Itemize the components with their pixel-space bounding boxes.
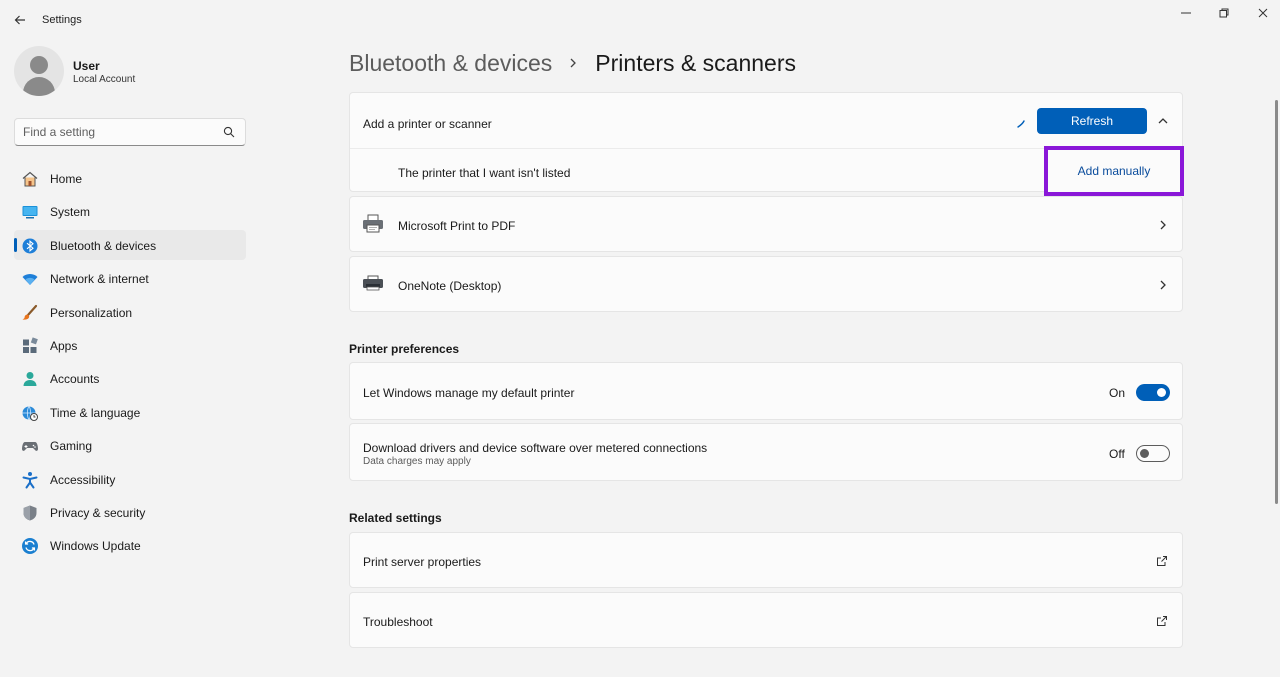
sidebar-item-label: Accessibility [50,472,116,487]
accessibility-icon [21,471,39,489]
sidebar-item-bluetooth-devices[interactable]: Bluetooth & devices [14,229,246,260]
default-printer-toggle[interactable] [1136,384,1170,401]
user-profile[interactable]: User Local Account [14,46,244,98]
accounts-icon [21,370,39,388]
scrollbar[interactable] [1275,100,1278,504]
search-icon[interactable] [223,126,235,138]
sidebar-item-label: Privacy & security [50,505,146,520]
sidebar-item-gaming[interactable]: Gaming [14,430,246,460]
related-settings-heading: Related settings [349,511,442,525]
sidebar-item-home[interactable]: Home [14,163,246,193]
loading-spinner-icon [1017,120,1025,128]
refresh-button[interactable]: Refresh [1037,108,1147,134]
sidebar-item-label: Network & internet [50,272,149,287]
brush-icon [21,304,39,322]
globe-clock-icon [21,404,39,422]
printer-icon [363,275,383,291]
add-manually-button[interactable]: Add manually [1044,146,1184,196]
sidebar-item-label: Time & language [50,405,141,420]
sidebar-item-windows-update[interactable]: Windows Update [14,530,246,560]
toggle-state-label: Off [1109,447,1125,461]
page-title: Printers & scanners [595,49,796,76]
sidebar-item-label: Bluetooth & devices [50,238,157,253]
user-name: User [73,59,100,73]
update-icon [21,537,39,555]
external-link-icon [1157,616,1167,626]
sidebar-item-label: Apps [50,338,78,353]
sidebar-item-label: Personalization [50,305,133,320]
print-server-properties-link[interactable]: Print server properties [349,532,1183,588]
chevron-right-icon [1160,280,1166,290]
breadcrumb-parent[interactable]: Bluetooth & devices [349,50,552,77]
apps-icon [21,337,39,355]
sidebar-item-accounts[interactable]: Accounts [14,363,246,393]
account-type: Local Account [73,74,136,85]
gamepad-icon [21,437,39,455]
shield-icon [21,504,39,522]
minimize-icon [1181,12,1191,14]
setting-sublabel: Data charges may apply [363,456,471,467]
printer-name: OneNote (Desktop) [398,279,502,293]
printer-preferences-heading: Printer preferences [349,342,460,356]
minimize-button[interactable] [1166,4,1206,22]
close-button[interactable] [1243,4,1280,22]
related-setting-label: Troubleshoot [363,615,433,629]
metered-downloads-toggle[interactable] [1136,445,1170,462]
sidebar-item-label: Home [50,172,83,186]
printer-item-microsoft-print-to-pdf[interactable]: Microsoft Print to PDF [349,196,1183,252]
chevron-up-icon[interactable] [1157,115,1169,127]
app-title: Settings [42,14,82,26]
sidebar-item-label: System [50,205,91,220]
search-box[interactable] [14,118,246,146]
troubleshoot-link[interactable]: Troubleshoot [349,592,1183,648]
breadcrumb: Bluetooth & devices Printers & scanners [349,48,796,78]
restore-icon [1219,8,1229,18]
printer-item-onenote-desktop[interactable]: OneNote (Desktop) [349,256,1183,312]
printer-not-listed-label: The printer that I want isn't listed [398,166,571,180]
sidebar-item-label: Gaming [50,439,93,454]
restore-button[interactable] [1204,4,1244,22]
system-icon [21,203,39,221]
related-setting-label: Print server properties [363,555,482,569]
sidebar-item-system[interactable]: System [14,196,246,226]
external-link-icon [1157,556,1167,566]
bluetooth-icon [21,237,39,255]
sidebar-item-privacy-security[interactable]: Privacy & security [14,497,246,527]
sidebar-item-time-language[interactable]: Time & language [14,397,246,427]
title-bar: Settings [0,0,1280,40]
sidebar-item-accessibility[interactable]: Accessibility [14,464,246,494]
back-arrow-icon [14,15,25,25]
add-printer-label: Add a printer or scanner [363,117,492,131]
printer-name: Microsoft Print to PDF [398,219,516,233]
search-input[interactable] [23,124,213,140]
sidebar-nav: Home System Bluetooth & devices Network … [14,163,246,564]
sidebar-item-label: Windows Update [50,539,141,554]
avatar [14,46,64,96]
home-icon [21,170,39,188]
printer-icon [363,214,383,233]
sidebar-item-personalization[interactable]: Personalization [14,297,246,327]
setting-metered-downloads: Download drivers and device software ove… [349,423,1183,481]
back-button[interactable] [10,11,30,29]
close-icon [1258,8,1268,18]
setting-label: Download drivers and device software ove… [363,441,708,455]
sidebar-item-apps[interactable]: Apps [14,330,246,360]
toggle-state-label: On [1109,386,1126,400]
wifi-icon [21,270,39,288]
sidebar-item-label: Accounts [50,372,100,387]
setting-default-printer: Let Windows manage my default printer On [349,362,1183,420]
chevron-right-icon [1160,220,1166,230]
setting-label: Let Windows manage my default printer [363,386,575,400]
sidebar-item-network[interactable]: Network & internet [14,263,246,293]
chevron-right-icon [570,58,577,68]
